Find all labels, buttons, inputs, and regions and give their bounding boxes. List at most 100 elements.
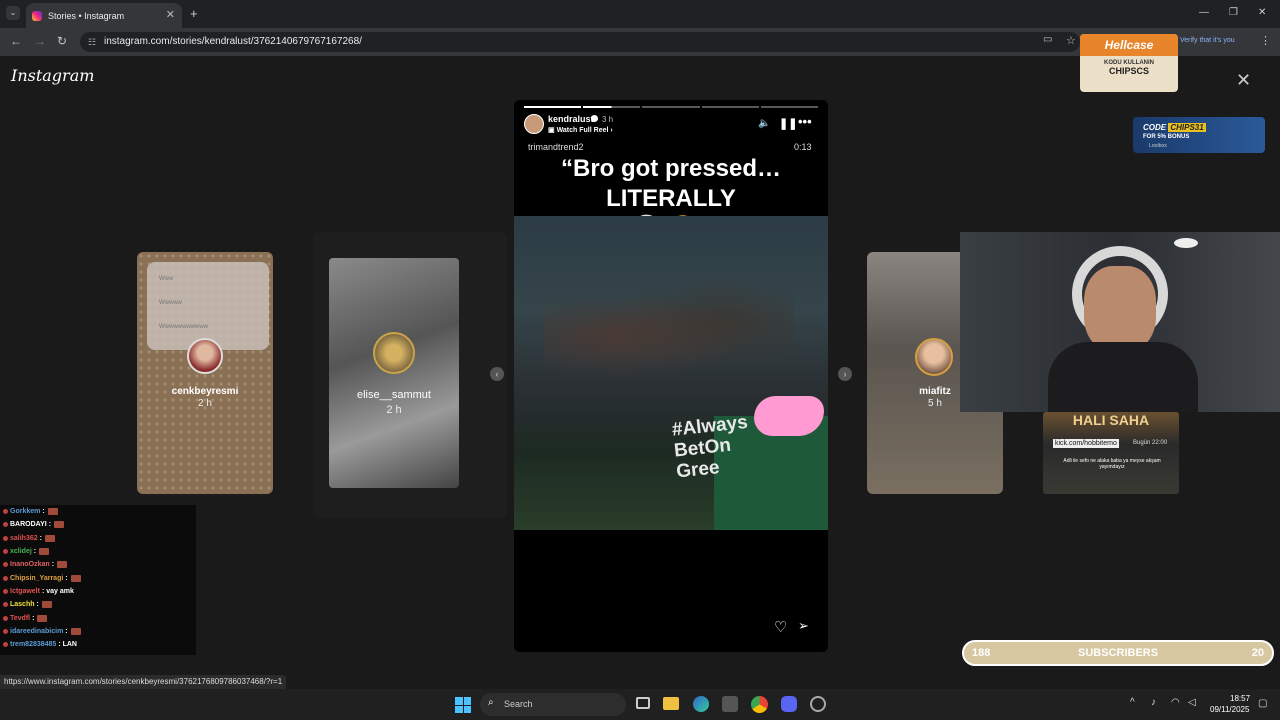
story-card-elise-sammut[interactable]: elise__sammut 2 h xyxy=(313,232,507,518)
store-icon[interactable] xyxy=(722,696,738,712)
taskbar-search[interactable]: ⌕ Search xyxy=(480,693,626,716)
app-icon[interactable] xyxy=(810,696,826,712)
close-tab-icon[interactable]: ✕ xyxy=(166,8,175,21)
chat-separator: : xyxy=(36,601,39,609)
previous-story-arrow-icon[interactable]: ‹ xyxy=(490,367,504,381)
start-windows-icon[interactable] xyxy=(455,697,471,713)
chrome-icon[interactable] xyxy=(751,696,768,713)
verify-prompt[interactable]: Verify that it's you xyxy=(1180,37,1235,44)
streamer-webcam xyxy=(960,232,1280,412)
more-options-icon[interactable]: ••• xyxy=(798,114,812,129)
chat-badge-icon xyxy=(3,535,8,541)
story-author-avatar[interactable] xyxy=(524,114,544,134)
quiz-sticker: Www Wwwww Wwwwwwwwwww xyxy=(147,262,269,350)
chat-separator: : xyxy=(42,508,45,516)
lootbox-code-label: CODE xyxy=(1143,123,1167,132)
instagram-logo[interactable]: Instagram xyxy=(11,66,94,85)
chat-username[interactable]: Chipsin_Yarragi xyxy=(10,575,63,582)
task-view-icon[interactable] xyxy=(636,697,650,709)
wifi-icon[interactable]: ◠ xyxy=(1171,697,1180,708)
overlay-close-icon[interactable]: ✕ xyxy=(1236,70,1251,91)
file-explorer-icon[interactable] xyxy=(663,697,679,710)
volume-tray-icon[interactable]: ◁ xyxy=(1188,697,1196,708)
chat-username[interactable]: Laschh xyxy=(10,601,35,608)
subscribers-goal-bar: 188 SUBSCRIBERS 20 xyxy=(962,640,1274,666)
chat-username[interactable]: Tevdfl xyxy=(10,615,30,622)
chat-username[interactable]: Ictgawelt xyxy=(10,588,40,595)
reel-icon: ▣ xyxy=(548,127,557,134)
address-bar[interactable]: ☷ instagram.com/stories/kendralust/37621… xyxy=(80,32,1080,52)
streamer-face xyxy=(1084,266,1156,352)
caption-line-1: “Bro got pressed… LITERALLY xyxy=(560,155,782,212)
chat-badge-icon xyxy=(3,509,8,515)
story-author-name[interactable]: kendralust xyxy=(548,114,594,124)
bookmark-star-icon[interactable]: ☆ xyxy=(1066,34,1076,47)
forward-icon[interactable]: → xyxy=(34,34,46,48)
chat-username[interactable]: xclidej xyxy=(10,548,32,555)
stream-chat: Gorkkem : BARODAYI : salih362 : xclidej : In… xyxy=(0,505,196,655)
avatar xyxy=(187,338,223,374)
back-icon[interactable]: ← xyxy=(10,34,22,48)
tray-chevron-icon[interactable]: ^ xyxy=(1130,697,1135,708)
story-progress-bars xyxy=(524,106,819,108)
next-story-arrow-icon[interactable]: › xyxy=(838,367,852,381)
reload-icon[interactable]: ↻ xyxy=(57,34,67,48)
avatar xyxy=(915,338,953,376)
story-video-frame[interactable]: #Always BetOn Gree xyxy=(514,216,828,530)
chat-username[interactable]: Gorkkem xyxy=(10,508,40,515)
chat-username[interactable]: trem82838485 xyxy=(10,641,56,648)
new-tab-button[interactable]: + xyxy=(190,6,198,21)
chat-emote-icon xyxy=(70,574,81,582)
cast-icon[interactable]: ▭ xyxy=(1043,34,1052,45)
menu-kebab-icon[interactable]: ⋮ xyxy=(1260,34,1271,47)
chat-separator: : xyxy=(65,627,68,635)
kick-subtitle: Adli ile sefo ne alaka baba ya meyse akş… xyxy=(1063,458,1161,470)
close-window-icon[interactable]: ✕ xyxy=(1258,7,1266,18)
hellcase-banner: Hellcase KODU KULLANIN CHIPSCS xyxy=(1080,34,1178,92)
chat-username[interactable]: idareedinabicim xyxy=(10,628,63,635)
story-card-cenkbeyresmi[interactable]: Www Wwwww Wwwwwwwwwww cenkbeyresmi 2 h xyxy=(137,252,273,494)
edge-icon[interactable] xyxy=(693,696,709,712)
share-send-icon[interactable]: ➢ xyxy=(798,618,809,634)
tab-search-icon[interactable]: ⌄ xyxy=(6,6,20,20)
chat-separator: : xyxy=(48,521,52,529)
main-story-viewer[interactable]: kendralust 3 h ▣ Watch Full Reel › 🔈 ❚❚ … xyxy=(514,100,828,652)
video-crowd xyxy=(544,276,794,396)
kick-url: kick.com/hobbitemo xyxy=(1053,439,1119,448)
watch-full-reel-link[interactable]: ▣ Watch Full Reel › xyxy=(548,126,613,134)
link-preview-status: https://www.instagram.com/stories/cenkbe… xyxy=(0,675,287,689)
tab-title: Stories • Instagram xyxy=(48,10,125,21)
hellcase-code: CHIPSCS xyxy=(1108,66,1149,76)
notification-icon[interactable]: ▢ xyxy=(1258,698,1267,709)
chat-text: : LAN xyxy=(58,641,77,649)
chat-emote-icon xyxy=(37,614,48,622)
instagram-favicon-icon xyxy=(32,10,42,21)
chat-username[interactable]: BARODAYI xyxy=(10,521,47,528)
microphone-icon[interactable]: ♪ xyxy=(1151,697,1156,708)
chat-badge-icon xyxy=(3,628,8,634)
discord-icon[interactable] xyxy=(781,696,797,712)
pause-icon[interactable]: ❚❚ xyxy=(779,117,797,130)
minimize-icon[interactable]: — xyxy=(1199,7,1209,18)
story-username: cenkbeyresmi xyxy=(171,386,239,397)
chat-message: Chipsin_Yarragi : xyxy=(0,571,196,584)
search-icon: ⌕ xyxy=(488,697,494,708)
chat-message: InanoOzkan : xyxy=(0,558,196,571)
chat-message: Laschh : xyxy=(0,598,196,611)
chat-username[interactable]: salih362 xyxy=(10,535,38,542)
chat-username[interactable]: InanoOzkan xyxy=(10,561,50,568)
like-heart-icon[interactable]: ♡ xyxy=(774,618,787,636)
site-info-icon[interactable]: ☷ xyxy=(88,32,96,52)
chat-badge-icon xyxy=(3,549,8,555)
story-username: elise__sammut xyxy=(357,389,431,401)
chat-separator: : xyxy=(65,574,68,582)
clock-date[interactable]: 09/11/2025 xyxy=(1210,705,1249,714)
kick-time: Bugün 22:00 xyxy=(1133,440,1168,446)
search-placeholder: Search xyxy=(504,699,533,709)
clock-time[interactable]: 18:57 xyxy=(1230,694,1250,703)
tab-instagram[interactable]: Stories • Instagram ✕ xyxy=(26,3,182,28)
hellcase-brand: Hellcase xyxy=(1080,34,1178,56)
kick-sign: HALI SAHA xyxy=(1072,412,1150,428)
volume-icon[interactable]: 🔈 xyxy=(758,118,770,129)
maximize-icon[interactable]: ❐ xyxy=(1229,7,1238,18)
